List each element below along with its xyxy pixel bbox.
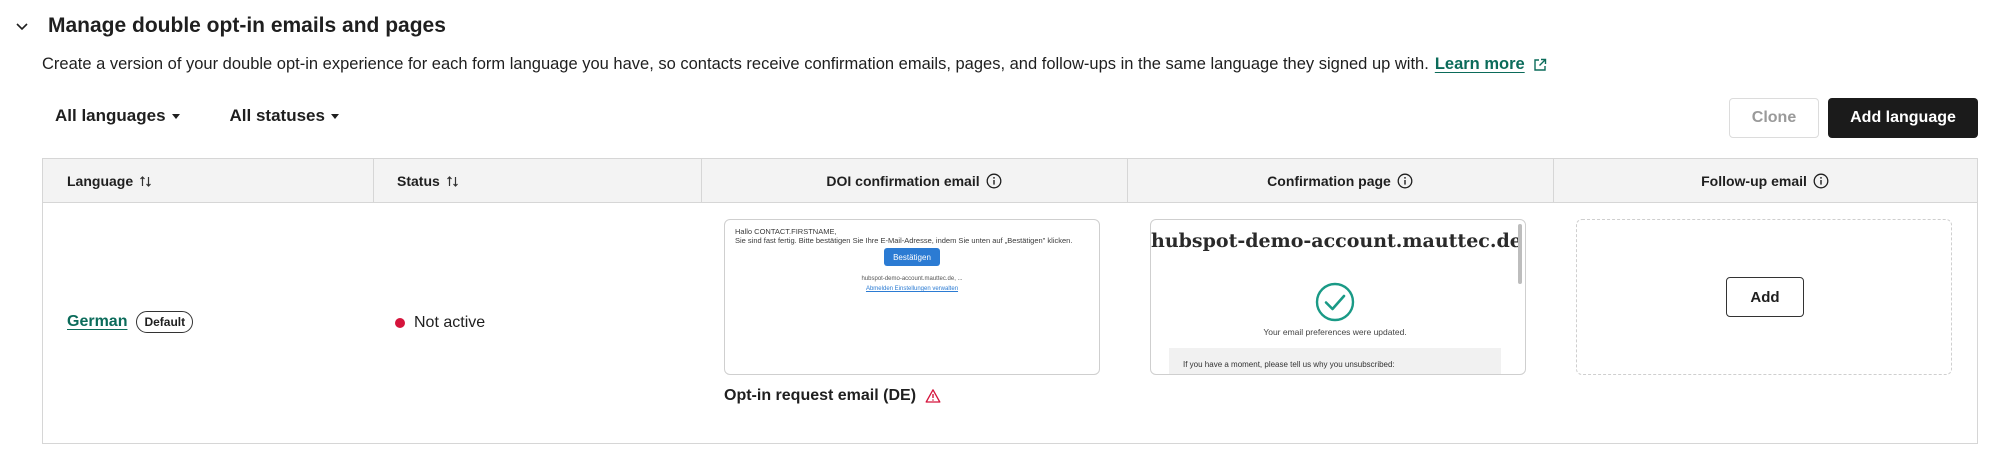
status-dot xyxy=(395,318,405,328)
info-icon[interactable] xyxy=(1397,173,1413,189)
add-language-button[interactable]: Add language xyxy=(1828,98,1978,138)
email-preview-body: Sie sind fast fertig. Bitte bestätigen S… xyxy=(735,236,1073,245)
table-header: Language Status DOI confirmation email C… xyxy=(43,159,1977,203)
clone-button[interactable]: Clone xyxy=(1729,98,1819,138)
header-doi-email: DOI confirmation email xyxy=(701,159,1127,203)
section-title: Manage double opt-in emails and pages xyxy=(48,14,446,37)
all-languages-filter[interactable]: All languages xyxy=(55,106,180,126)
page-preview-feedback-box: If you have a moment, please tell us why… xyxy=(1169,348,1501,374)
header-followup-email: Follow-up email xyxy=(1553,159,1977,203)
section-description: Create a version of your double opt-in e… xyxy=(42,55,1547,74)
page-preview-message: Your email preferences were updated. xyxy=(1263,327,1407,337)
page-preview-scrollbar[interactable] xyxy=(1518,224,1522,284)
header-followup-email-label: Follow-up email xyxy=(1701,173,1807,189)
filter-bar: All languages All statuses xyxy=(55,106,339,126)
page-preview-prompt: If you have a moment, please tell us why… xyxy=(1183,360,1395,369)
doi-email-preview[interactable]: Hallo CONTACT.FIRSTNAME, Sie sind fast f… xyxy=(724,219,1100,375)
header-confirmation-page-label: Confirmation page xyxy=(1267,173,1391,189)
section-header[interactable]: Manage double opt-in emails and pages xyxy=(14,14,446,38)
email-preview-greeting: Hallo CONTACT.FIRSTNAME, xyxy=(735,227,837,236)
confirmation-page-preview[interactable]: hubspot-demo-account.mauttec.de Your ema… xyxy=(1150,219,1526,375)
doi-email-name-text: Opt-in request email (DE) xyxy=(724,387,917,404)
all-statuses-label: All statuses xyxy=(229,106,325,125)
page-preview-title: hubspot-demo-account.mauttec.de xyxy=(1151,230,1522,252)
chevron-down-icon[interactable] xyxy=(14,18,30,34)
email-preview-footer: hubspot-demo-account.mauttec.de, ... xyxy=(861,276,963,282)
all-languages-label: All languages xyxy=(55,106,166,125)
warning-icon xyxy=(925,389,941,403)
info-icon[interactable] xyxy=(986,173,1002,189)
header-language[interactable]: Language xyxy=(43,159,373,203)
status-text: Not active xyxy=(414,314,486,331)
table-row-status: Not active xyxy=(395,314,485,332)
add-followup-button[interactable]: Add xyxy=(1726,277,1804,317)
description-text: Create a version of your double opt-in e… xyxy=(42,55,1429,73)
language-table: Language Status DOI confirmation email C… xyxy=(42,158,1978,444)
sort-icon[interactable] xyxy=(446,175,459,188)
followup-email-placeholder: Add xyxy=(1576,219,1952,375)
info-icon[interactable] xyxy=(1813,173,1829,189)
email-preview-confirm-button: Bestätigen xyxy=(884,248,940,266)
learn-more-link[interactable]: Learn more xyxy=(1435,55,1525,74)
default-badge: Default xyxy=(136,311,194,333)
header-status-label: Status xyxy=(397,173,440,189)
table-row-language: German Default xyxy=(67,311,194,333)
caret-down-icon xyxy=(171,113,180,119)
check-circle-icon xyxy=(1315,282,1355,322)
all-statuses-filter[interactable]: All statuses xyxy=(230,106,339,126)
header-doi-email-label: DOI confirmation email xyxy=(826,173,980,189)
header-confirmation-page: Confirmation page xyxy=(1127,159,1553,203)
doi-email-name[interactable]: Opt-in request email (DE) xyxy=(724,387,941,405)
language-link[interactable]: German xyxy=(67,313,127,331)
external-link-icon[interactable] xyxy=(1533,58,1547,72)
header-language-label: Language xyxy=(67,173,134,189)
email-preview-footer-link: Abmelden Einstellungen verwalten xyxy=(865,286,959,292)
caret-down-icon xyxy=(330,113,339,119)
header-status[interactable]: Status xyxy=(373,159,701,203)
sort-icon[interactable] xyxy=(139,175,152,188)
